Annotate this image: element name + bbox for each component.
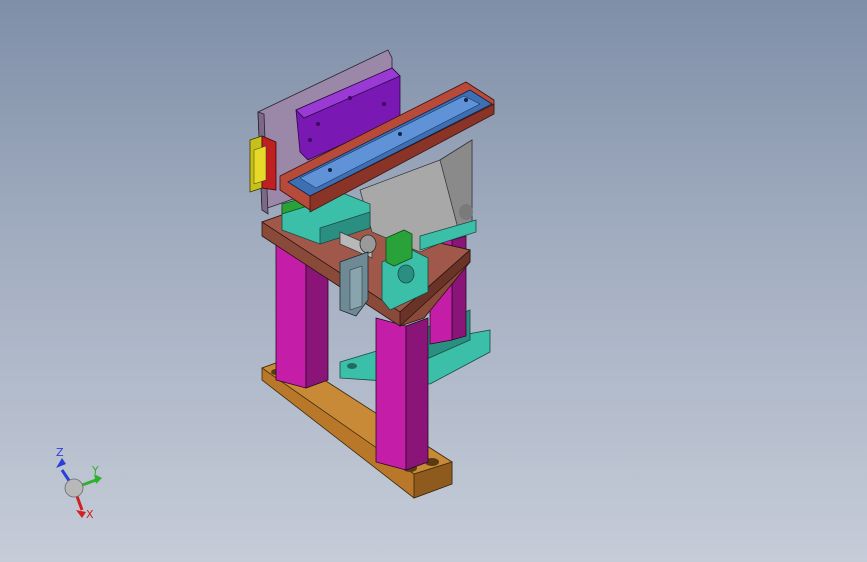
graphics-viewport[interactable]: Z Y X xyxy=(0,0,867,562)
view-orientation-triad: Z Y X xyxy=(56,446,102,521)
z-axis-label: Z xyxy=(56,446,64,459)
front-right-column[interactable] xyxy=(375,317,429,471)
x-axis-label: X xyxy=(86,508,94,521)
cad-model-assembly[interactable] xyxy=(0,0,867,562)
triad-sphere-icon xyxy=(64,478,84,498)
y-axis-label: Y xyxy=(91,464,99,477)
left-end-stop[interactable] xyxy=(249,135,277,193)
